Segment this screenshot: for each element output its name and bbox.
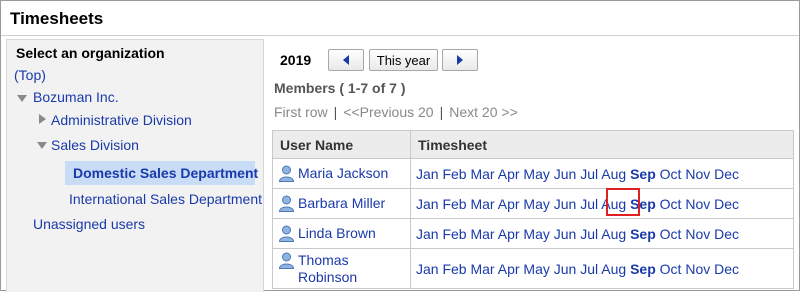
month-link-dec[interactable]: Dec [714,166,739,182]
tree-item-domestic-sales[interactable]: Domestic Sales Department [73,165,258,181]
month-link-nov[interactable]: Nov [685,226,710,242]
month-link-oct[interactable]: Oct [660,166,682,182]
pager-separator: | [439,104,444,120]
tree-item-sales-division[interactable]: Sales Division [51,137,139,153]
month-link-jan[interactable]: Jan [416,196,439,212]
month-link-mar[interactable]: Mar [470,261,494,277]
user-cell: Barbara Miller [272,188,411,219]
month-link-sep[interactable]: Sep [630,261,656,277]
month-link-jan[interactable]: Jan [416,166,439,182]
pager: First row | <<Previous 20 | Next 20 >> [274,104,518,120]
months-cell: Jan Feb Mar Apr May Jun Jul Aug Sep Oct … [410,218,794,249]
month-link-jun[interactable]: Jun [554,196,577,212]
collapsed-triangle-icon[interactable] [39,114,46,124]
month-link-may[interactable]: May [523,196,549,212]
next-year-button[interactable] [442,49,478,71]
months-cell: Jan Feb Mar Apr May Jun Jul Aug Sep Oct … [410,188,794,219]
user-name-link[interactable]: Thomas Robinson [298,252,368,286]
table-row: Maria Jackson Jan Feb Mar Apr May Jun Jul… [272,158,794,189]
tree-item-unassigned[interactable]: Unassigned users [33,216,145,232]
column-header-timesheet: Timesheet [410,130,794,159]
month-link-aug[interactable]: Aug [601,261,626,277]
months-cell: Jan Feb Mar Apr May Jun Jul Aug Sep Oct … [410,158,794,189]
month-link-oct[interactable]: Oct [660,196,682,212]
page-title: Timesheets [10,9,104,28]
month-link-sep[interactable]: Sep [630,226,656,242]
month-link-jan[interactable]: Jan [416,226,439,242]
month-link-dec[interactable]: Dec [714,226,739,242]
table-row: Linda Brown Jan Feb Mar Apr May Jun Jul A… [272,218,794,249]
month-link-mar[interactable]: Mar [470,166,494,182]
month-link-feb[interactable]: Feb [442,196,466,212]
month-link-nov[interactable]: Nov [685,196,710,212]
next-page-link[interactable]: Next 20 >> [449,104,518,120]
month-link-jul[interactable]: Jul [580,261,598,277]
timesheets-window: Timesheets Select an organization (Top) … [0,0,800,292]
highlight-box [606,188,640,216]
month-link-aug[interactable]: Aug [601,166,626,182]
month-link-jul[interactable]: Jul [580,226,598,242]
title-divider [1,35,799,36]
month-link-jun[interactable]: Jun [554,166,577,182]
user-cell: Linda Brown [272,218,411,249]
previous-year-button[interactable] [328,49,364,71]
arrow-left-icon [343,55,349,65]
first-row-link[interactable]: First row [274,104,328,120]
timesheet-table: User Name Timesheet Maria Jackson Jan Feb… [272,130,794,289]
organization-heading: Select an organization [16,45,165,61]
user-icon [278,252,295,269]
previous-page-link[interactable]: <<Previous 20 [343,104,433,120]
month-link-jul[interactable]: Jul [580,166,598,182]
month-link-nov[interactable]: Nov [685,166,710,182]
this-year-button[interactable]: This year [369,49,438,71]
user-name-link[interactable]: Linda Brown [298,225,376,242]
months-cell: Jan Feb Mar Apr May Jun Jul Aug Sep Oct … [410,248,794,289]
year-label: 2019 [280,52,312,68]
user-name-link[interactable]: Maria Jackson [298,165,388,182]
month-link-apr[interactable]: Apr [498,166,520,182]
month-link-aug[interactable]: Aug [601,226,626,242]
month-link-apr[interactable]: Apr [498,261,520,277]
arrow-right-icon [457,55,463,65]
month-link-feb[interactable]: Feb [442,226,466,242]
month-link-jan[interactable]: Jan [416,261,439,277]
tree-item-bozuman[interactable]: Bozuman Inc. [33,89,119,105]
month-link-apr[interactable]: Apr [498,226,520,242]
month-link-jun[interactable]: Jun [554,226,577,242]
user-icon [278,225,295,242]
month-link-may[interactable]: May [523,166,549,182]
month-link-oct[interactable]: Oct [660,261,682,277]
organization-pane: Select an organization (Top) Bozuman Inc… [6,39,264,292]
column-header-user-name: User Name [272,130,411,159]
month-link-jun[interactable]: Jun [554,261,577,277]
month-link-feb[interactable]: Feb [442,261,466,277]
user-name-link[interactable]: Barbara Miller [298,195,385,212]
expanded-triangle-icon[interactable] [37,142,47,149]
tree-item-top[interactable]: (Top) [14,67,46,83]
user-icon [278,165,295,182]
month-link-jul[interactable]: Jul [580,196,598,212]
month-link-oct[interactable]: Oct [660,226,682,242]
month-link-feb[interactable]: Feb [442,166,466,182]
user-icon [278,195,295,212]
members-count: Members ( 1-7 of 7 ) [274,80,406,96]
month-link-nov[interactable]: Nov [685,261,710,277]
month-link-dec[interactable]: Dec [714,261,739,277]
month-link-mar[interactable]: Mar [470,196,494,212]
month-link-apr[interactable]: Apr [498,196,520,212]
month-link-may[interactable]: May [523,261,549,277]
tree-item-administrative[interactable]: Administrative Division [51,112,192,128]
month-link-dec[interactable]: Dec [714,196,739,212]
month-link-mar[interactable]: Mar [470,226,494,242]
table-row: Thomas Robinson Jan Feb Mar Apr May Jun J… [272,248,794,289]
user-cell: Maria Jackson [272,158,411,189]
pager-separator: | [333,104,338,120]
table-row: Barbara Miller Jan Feb Mar Apr May Jun Ju… [272,188,794,219]
tree-item-international-sales[interactable]: International Sales Department [69,191,262,207]
user-cell: Thomas Robinson [272,248,411,289]
month-link-sep[interactable]: Sep [630,166,656,182]
expanded-triangle-icon[interactable] [17,95,27,102]
month-link-may[interactable]: May [523,226,549,242]
